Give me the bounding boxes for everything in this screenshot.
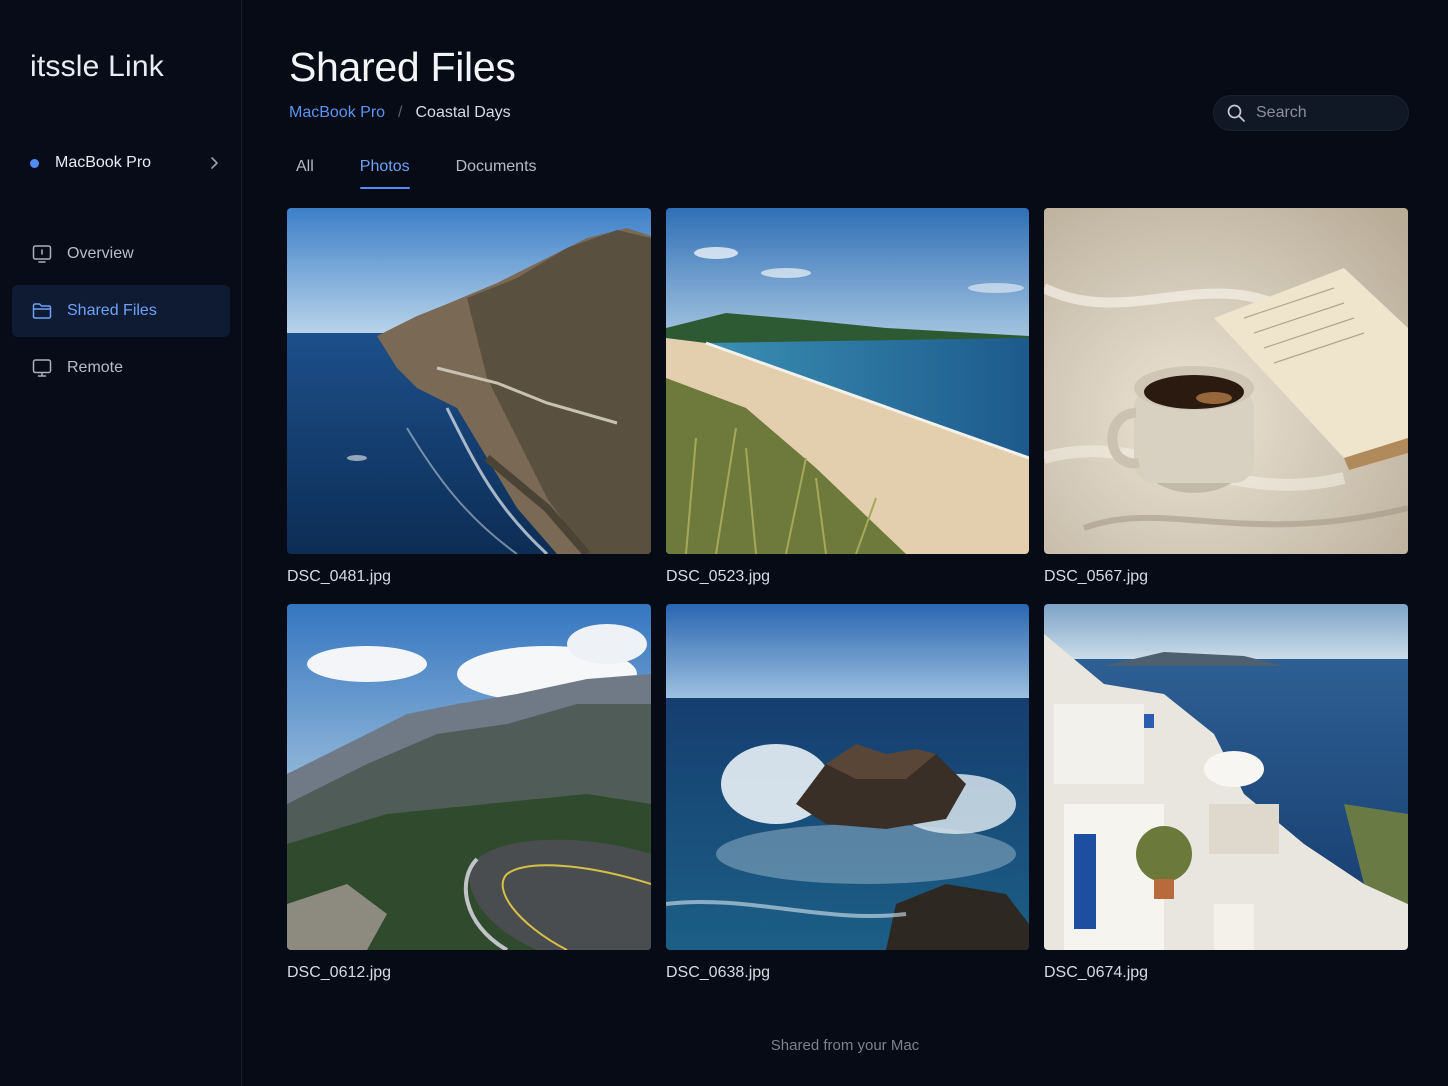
main-content: Shared Files MacBook Pro / Coastal Days …: [242, 0, 1448, 1086]
breadcrumb-separator: /: [398, 104, 403, 121]
sidebar: itssle Link MacBook Pro Overview Shared …: [0, 0, 242, 1086]
app-name: itssle Link: [30, 50, 164, 83]
search-box[interactable]: [1213, 95, 1409, 131]
file-name: DSC_0481.jpg: [287, 568, 392, 585]
device-name: MacBook Pro: [55, 154, 152, 171]
display-info-icon: [31, 243, 53, 265]
sidebar-item-label: Remote: [67, 359, 124, 376]
tab-documents[interactable]: Documents: [456, 152, 537, 189]
file-type-tabs: All Photos Documents: [289, 152, 583, 194]
file-name: DSC_0523.jpg: [666, 568, 771, 585]
photo-card[interactable]: DSC_0612.jpg: [287, 604, 651, 982]
photo-card[interactable]: DSC_0523.jpg: [666, 208, 1029, 586]
sidebar-item-label: Shared Files: [67, 302, 157, 319]
sidebar-item-overview[interactable]: Overview: [12, 228, 230, 280]
photo-card[interactable]: DSC_0638.jpg: [666, 604, 1029, 982]
search-input[interactable]: [1256, 104, 1396, 122]
file-name: DSC_0612.jpg: [287, 964, 392, 981]
device-status-dot: [30, 158, 39, 168]
page-title: Shared Files: [289, 44, 516, 90]
tab-all[interactable]: All: [296, 152, 314, 189]
file-name: DSC_0674.jpg: [1044, 964, 1149, 981]
breadcrumb-current: Coastal Days: [415, 104, 511, 121]
device-selector[interactable]: MacBook Pro: [30, 148, 220, 178]
monitor-icon: [31, 357, 53, 379]
sidebar-item-label: Overview: [67, 245, 134, 262]
photo-thumbnail-beach: [666, 208, 1029, 554]
file-name: DSC_0567.jpg: [1044, 568, 1149, 585]
breadcrumb-root-link[interactable]: MacBook Pro: [289, 104, 385, 122]
file-name: DSC_0638.jpg: [666, 964, 771, 981]
tab-photos[interactable]: Photos: [359, 152, 410, 189]
search-icon: [1226, 103, 1246, 123]
photo-card[interactable]: DSC_0674.jpg: [1044, 604, 1408, 982]
breadcrumb: MacBook Pro / Coastal Days: [289, 104, 511, 122]
sidebar-item-shared-files[interactable]: Shared Files: [12, 285, 230, 337]
sidebar-nav: Overview Shared Files Remote: [12, 228, 230, 399]
photo-thumbnail-coffee: [1044, 208, 1408, 554]
folder-icon: [31, 300, 53, 322]
photo-thumbnail-cliffs: [287, 208, 651, 554]
app-window: itssle Link MacBook Pro Overview Shared …: [0, 0, 1448, 1086]
photo-thumbnail-waves: [666, 604, 1029, 950]
photo-thumbnail-mountain-road: [287, 604, 651, 950]
photo-card[interactable]: DSC_0567.jpg: [1044, 208, 1408, 586]
photo-card[interactable]: DSC_0481.jpg: [287, 208, 651, 586]
photo-thumbnail-village: [1044, 604, 1408, 950]
chevron-right-icon: [208, 156, 220, 170]
sidebar-item-remote[interactable]: Remote: [12, 342, 230, 394]
footer-note: Shared from your Mac: [770, 1037, 920, 1054]
